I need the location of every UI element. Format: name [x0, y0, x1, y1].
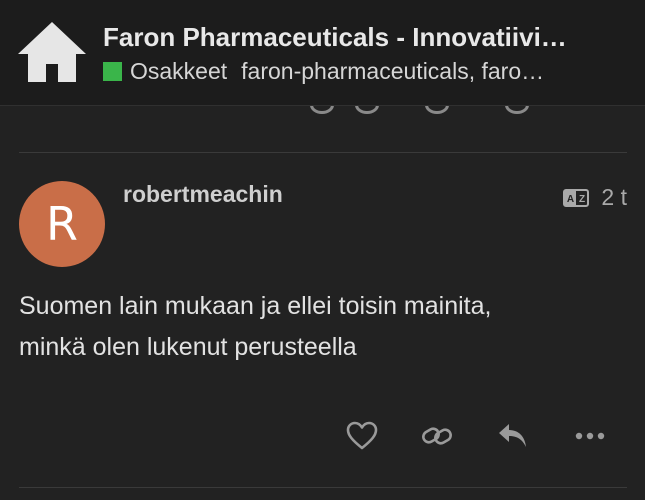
svg-text:A: A	[567, 194, 574, 205]
post-body-line: minkä olen lukenut perusteella	[19, 333, 357, 361]
reply-icon	[499, 424, 526, 447]
post-body: Suomen lain mukaan ja ellei toisin maini…	[19, 286, 619, 368]
heart-icon	[346, 421, 378, 450]
link-icon	[422, 427, 452, 445]
avatar[interactable]: R	[19, 181, 105, 267]
more-actions-button[interactable]	[573, 419, 607, 453]
like-button[interactable]	[345, 419, 379, 453]
username[interactable]: robertmeachin	[123, 181, 283, 208]
svg-text:Z: Z	[579, 194, 585, 205]
translate-icon[interactable]: A Z	[563, 188, 590, 207]
post-divider	[19, 487, 627, 488]
post-divider	[19, 152, 627, 153]
post-body-line: Suomen lain mukaan ja ellei toisin maini…	[19, 292, 492, 320]
category-color-badge	[103, 61, 122, 81]
ellipsis-icon	[575, 432, 605, 440]
reply-button[interactable]	[496, 419, 530, 453]
topic-title[interactable]: Faron Pharmaceuticals - Innovatiivi…	[103, 22, 623, 53]
topic-meta: Osakkeet faron-pharmaceuticals, faro…	[103, 57, 623, 85]
category-link[interactable]: Osakkeet	[130, 58, 227, 85]
tag-list[interactable]: faron-pharmaceuticals, faro…	[241, 58, 623, 85]
home-button[interactable]	[16, 20, 88, 84]
post-meta: A Z 2 t	[563, 184, 627, 211]
post-actions	[0, 419, 645, 453]
topic-header: Faron Pharmaceuticals - Innovatiivi… Osa…	[0, 0, 645, 106]
copy-link-button[interactable]	[420, 419, 454, 453]
home-icon	[18, 22, 86, 82]
post-date[interactable]: 2 t	[601, 184, 627, 211]
topic-page: Faron Pharmaceuticals - Innovatiivi… Osa…	[0, 0, 645, 500]
